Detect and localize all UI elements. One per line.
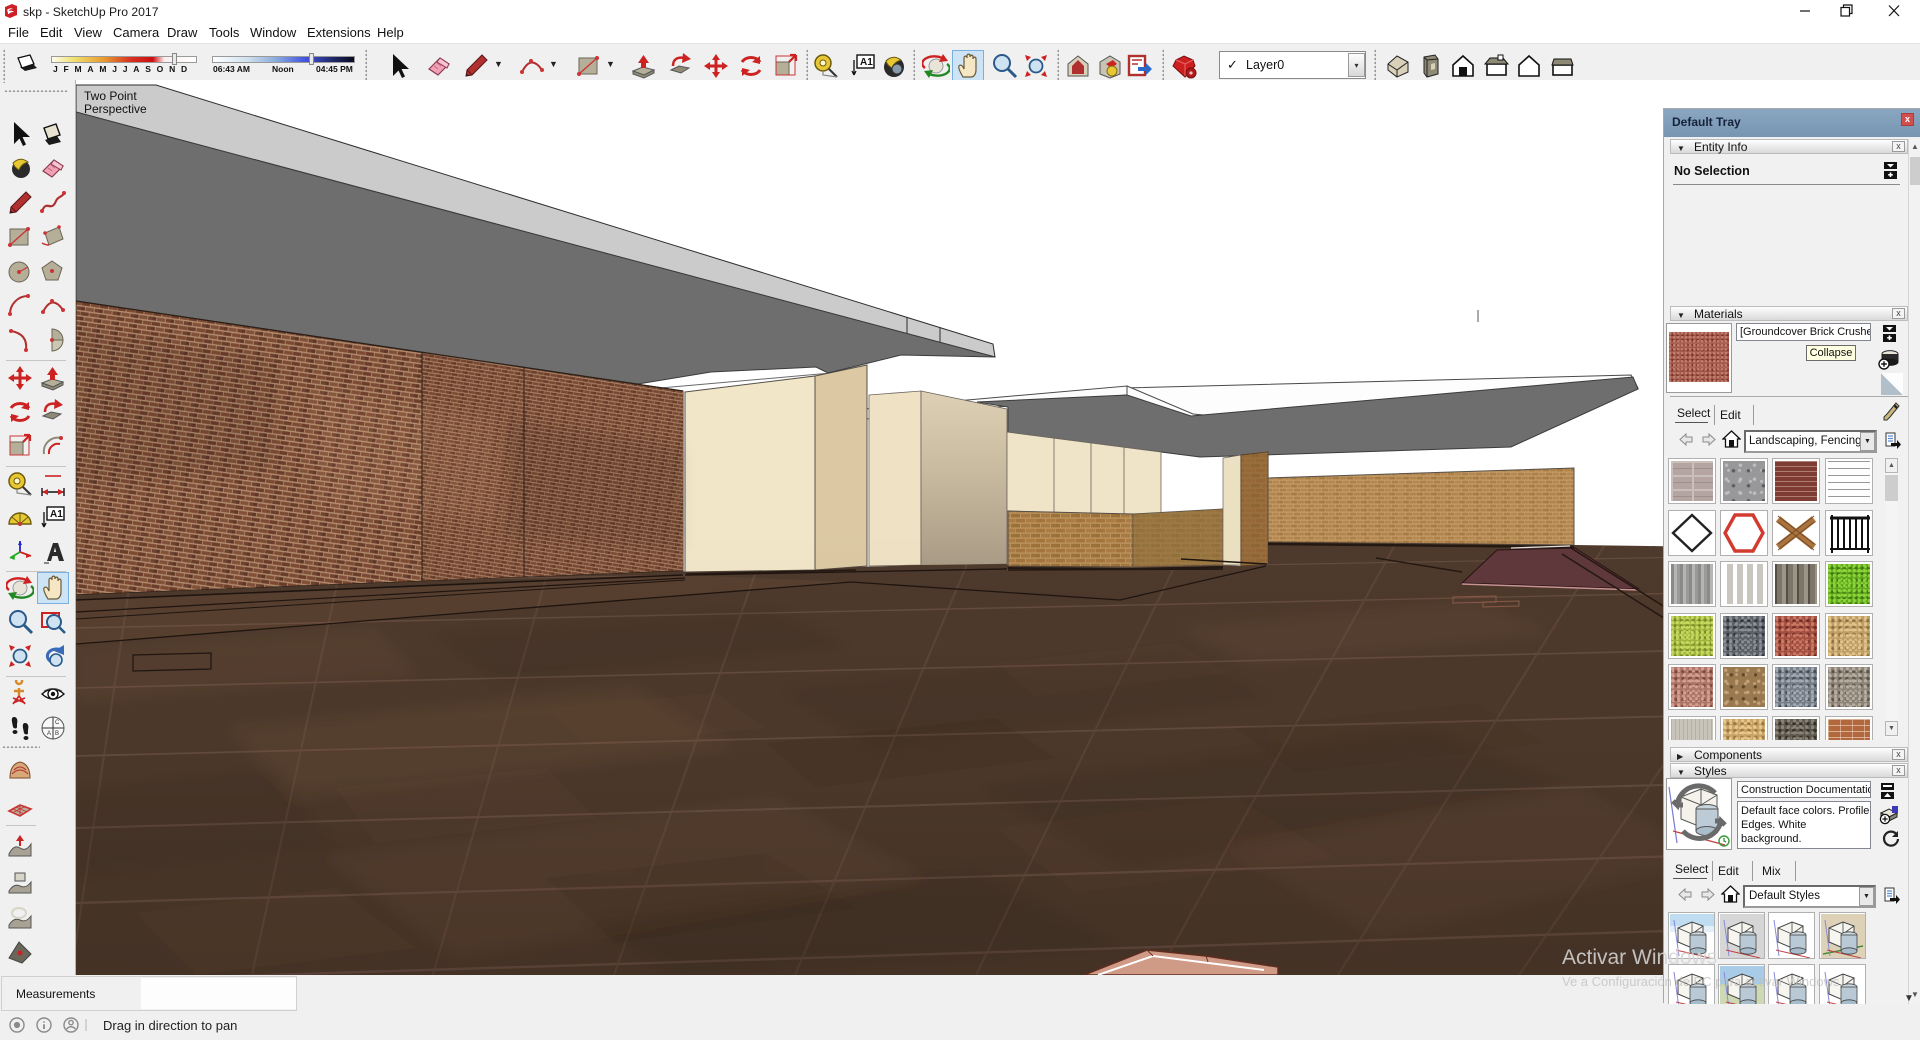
svg-text:A1: A1	[50, 509, 63, 520]
svg-text:A: A	[47, 731, 51, 737]
svg-text:C: C	[55, 720, 60, 726]
svg-text:B: B	[55, 731, 59, 737]
svg-text:A1: A1	[860, 57, 873, 68]
